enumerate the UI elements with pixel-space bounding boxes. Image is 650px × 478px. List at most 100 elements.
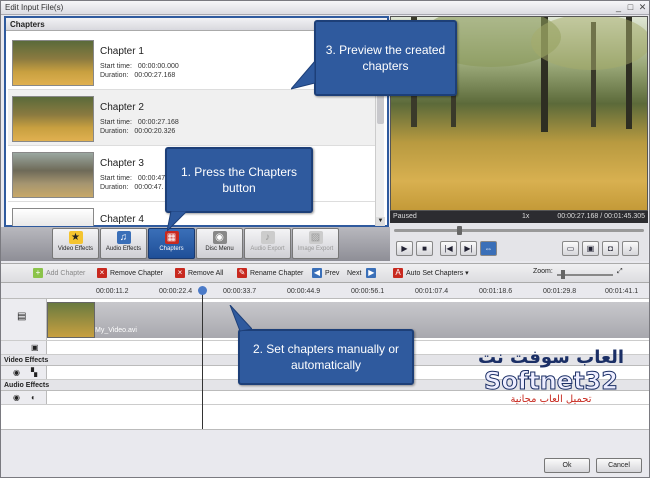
title-bar: Edit Input File(s) _ □ ✕ <box>1 1 649 15</box>
next-chapter-button[interactable]: Next ▶ <box>347 268 379 278</box>
audio-effects-icon: ♫ <box>116 231 131 244</box>
auto-set-icon: A <box>393 268 403 278</box>
video-effects-icon: ★ <box>68 231 83 244</box>
clip-name: My_Video.avi <box>95 327 137 334</box>
snapshot-icon[interactable]: ◘ <box>602 241 619 256</box>
next-frame-icon[interactable]: ▶| <box>460 241 477 256</box>
start-value: 00:00:27.168 <box>137 119 179 126</box>
play-icon[interactable]: ▶ <box>396 241 413 256</box>
edit-input-window: Edit Input File(s) _ □ ✕ Chapters Chapte… <box>0 0 650 478</box>
eye-icon[interactable]: ◉ <box>13 393 20 402</box>
track-settings-icon[interactable]: ▣ <box>31 343 39 352</box>
prev-arrow-icon: ◀ <box>312 268 322 278</box>
callout-preview-arrow <box>291 61 316 90</box>
stop-icon[interactable]: ■ <box>416 241 433 256</box>
duration-value: 00:00:27.168 <box>134 72 176 79</box>
fullscreen-icon[interactable]: ⇔ <box>480 241 497 256</box>
remove-all-button[interactable]: × Remove All <box>175 268 223 278</box>
video-clip-thumbnail[interactable] <box>47 302 95 338</box>
player-status-bar: Paused 1x 00:00:27.168 / 00:01:45.305 <box>390 211 648 223</box>
duration-value: 00:00:20.326 <box>134 128 176 135</box>
callout-preview: 3. Preview the created chapters <box>314 20 457 96</box>
disc-menu-button[interactable]: ◉ Disc Menu <box>196 228 243 259</box>
film-icon: ▤ <box>17 311 27 322</box>
seek-bar[interactable] <box>390 223 648 237</box>
chapter-meta: Start time: 00:00:27.168 Duration: 00:00:2… <box>100 118 179 136</box>
image-export-icon: ▨ <box>308 231 323 244</box>
close-button[interactable]: ✕ <box>637 2 648 13</box>
minimize-button[interactable]: _ <box>613 2 624 13</box>
add-chapter-button[interactable]: + Add Chapter <box>33 268 85 278</box>
remove-all-icon: × <box>175 268 185 278</box>
next-arrow-icon: ▶ <box>366 268 377 278</box>
chapter-toolbar: + Add Chapter × Remove Chapter × Remove All… <box>1 263 649 283</box>
watermark-logo: العاب سوفت نت Softnet32 تحميل العاب مجان… <box>466 347 636 425</box>
chapter-name: Chapter 2 <box>100 102 144 113</box>
seek-track[interactable] <box>394 229 644 232</box>
video-track-head: ▤ <box>1 299 47 340</box>
dialog-footer: Ok Cancel <box>1 429 649 477</box>
callout-set: 2. Set chapters manually or automaticall… <box>238 329 414 385</box>
seek-knob[interactable] <box>457 226 462 235</box>
aspect-icon[interactable]: ▭ <box>562 241 579 256</box>
timeline-ruler[interactable]: 00:00:11.2 00:00:22.4 00:00:33.7 00:00:4… <box>1 283 649 299</box>
fit-icon[interactable]: ⤢ <box>617 268 623 276</box>
cancel-button[interactable]: Cancel <box>596 458 642 473</box>
duration-label: Duration: <box>100 128 129 135</box>
window-title: Edit Input File(s) <box>5 3 64 12</box>
ok-button[interactable]: Ok <box>544 458 590 473</box>
ruler-tick: 00:00:56.1 <box>351 288 385 295</box>
track-head: ▣ <box>1 341 47 354</box>
watermark-brand: Softnet32 <box>484 367 619 395</box>
audio-export-button[interactable]: ♪ Audio Export <box>244 228 291 259</box>
volume-icon[interactable]: ♪ <box>622 241 639 256</box>
rename-chapter-button[interactable]: ✎ Rename Chapter <box>237 268 303 278</box>
callout-set-arrow <box>229 305 252 332</box>
chapter-name: Chapter 1 <box>100 46 144 57</box>
transport-controls: ▶ ■ |◀ ▶| ⇔ ▭ ▣ ◘ ♪ <box>390 237 648 261</box>
player-zoom: 1x <box>522 213 530 220</box>
video-effects-button[interactable]: ★ Video Effects <box>52 228 99 259</box>
start-label: Start time: <box>100 175 132 182</box>
video-fx-icon[interactable]: ▚ <box>31 368 37 377</box>
zoom-label: Zoom: <box>533 268 553 275</box>
maximize-button[interactable]: □ <box>625 2 636 13</box>
preview-mode-icon[interactable]: ▣ <box>582 241 599 256</box>
scroll-down-icon[interactable]: ▼ <box>376 217 385 226</box>
audio-effects-button[interactable]: ♫ Audio Effects <box>100 228 147 259</box>
remove-chapter-icon: × <box>97 268 107 278</box>
chapter-meta: Start time: 00:00:00.000 Duration: 00:00:2… <box>100 62 179 80</box>
ruler-tick: 00:00:33.7 <box>223 288 257 295</box>
image-export-button[interactable]: ▨ Image Export <box>292 228 339 259</box>
player-state: Paused <box>393 213 417 220</box>
auto-set-chapters-button[interactable]: A Auto Set Chapters ▾ <box>393 268 469 278</box>
callout-press-arrow <box>167 211 188 232</box>
zoom-slider-track[interactable] <box>557 274 613 276</box>
playhead-line[interactable] <box>202 287 203 429</box>
watermark-arabic-bottom: تحميل العاب مجانية <box>510 394 592 405</box>
playhead-marker[interactable] <box>198 286 207 295</box>
ruler-tick: 00:01:29.8 <box>543 288 577 295</box>
ruler-tick: 00:00:11.2 <box>96 288 129 295</box>
remove-chapter-button[interactable]: × Remove Chapter <box>97 268 163 278</box>
duration-value: 00:00:47. <box>134 184 164 191</box>
rename-chapter-icon: ✎ <box>237 268 247 278</box>
prev-chapter-button[interactable]: ◀ Prev <box>312 268 339 278</box>
prev-frame-icon[interactable]: |◀ <box>440 241 457 256</box>
add-chapter-icon: + <box>33 268 43 278</box>
zoom-slider-knob[interactable] <box>561 270 565 279</box>
track-head: ◉ ◐ <box>1 391 47 404</box>
start-value: 00:00:00.000 <box>137 63 179 70</box>
duration-label: Duration: <box>100 184 129 191</box>
chapter-thumbnail <box>12 208 94 226</box>
chapter-name: Chapter 3 <box>100 158 144 169</box>
player-time: 00:00:27.168 / 00:01:45.305 <box>557 213 645 220</box>
callout-press: 1. Press the Chapters button <box>165 147 313 213</box>
chapter-thumbnail <box>12 152 94 198</box>
chapter-item-2[interactable]: Chapter 2 Start time: 00:00:27.168 Durati… <box>8 90 378 146</box>
audio-fx-icon[interactable]: ◐ <box>31 393 36 402</box>
duration-label: Duration: <box>100 72 129 79</box>
chapter-meta: Start time: 00:00:47. Duration: 00:00:47. <box>100 174 167 192</box>
chapter-thumbnail <box>12 96 94 142</box>
eye-icon[interactable]: ◉ <box>13 368 20 377</box>
